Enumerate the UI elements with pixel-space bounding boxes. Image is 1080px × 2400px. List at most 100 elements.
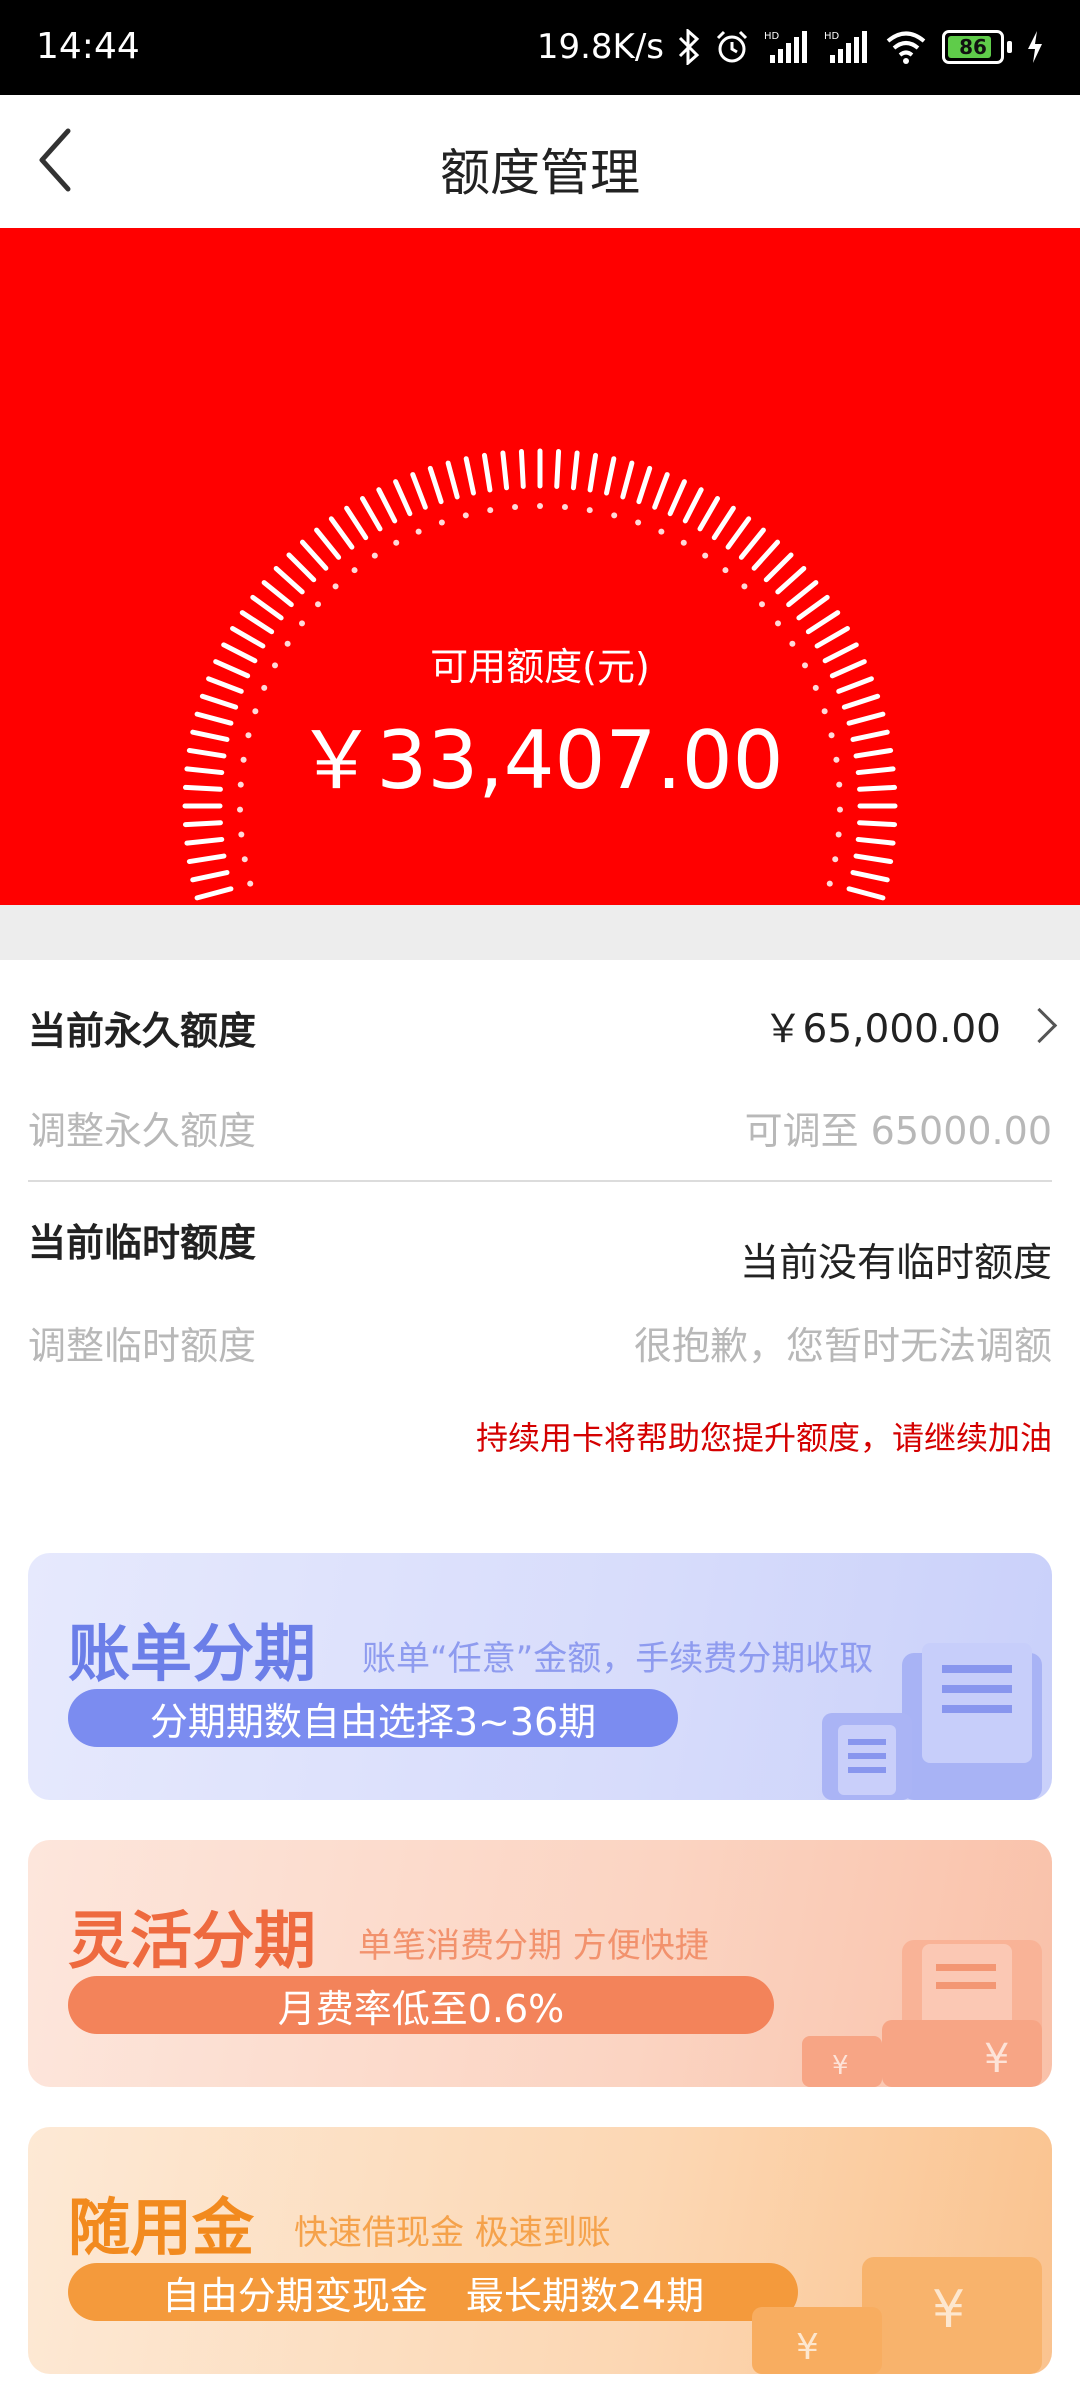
gauge-tick <box>636 465 653 505</box>
gauge-tick <box>518 448 526 489</box>
yuan-icon: ¥ ¥ <box>802 1940 1042 2087</box>
flexible-installment-card[interactable]: 灵活分期 单笔消费分期 方便快捷 月费率低至0.6% ¥ ¥ <box>28 1840 1052 2087</box>
encouragement-tip: 持续用卡将帮助您提升额度，请继续加油 <box>475 1419 1052 1457</box>
svg-text:HD: HD <box>764 31 780 42</box>
gauge-tick <box>554 448 562 489</box>
gauge-tick <box>250 594 284 621</box>
bill-installment-title: 账单分期 <box>68 1617 317 1690</box>
nav-bar: 额度管理 <box>0 95 1080 228</box>
gauge-tick <box>261 580 294 608</box>
adjust-permanent-value: 可调至 65000.00 <box>744 1109 1052 1153</box>
gauge-dot <box>611 512 618 519</box>
gauge-tick <box>500 450 510 491</box>
gauge-dot <box>835 831 842 838</box>
gauge-tick <box>186 853 227 865</box>
adjust-temporary-row: 调整临时额度 很抱歉，您暂时无法调额 <box>28 1315 1052 1375</box>
bill-installment-card[interactable]: 账单分期 账单“任意”金额，手续费分期收取 分期期数自由选择3~36期 <box>28 1553 1052 1800</box>
gauge-tick <box>725 516 752 550</box>
battery-level: 86 <box>959 35 987 59</box>
flexible-installment-subtitle: 单笔消费分期 方便快捷 <box>358 1926 709 1966</box>
gauge-tick <box>697 496 720 532</box>
gauge-tick <box>445 460 460 500</box>
gauge-tick <box>463 456 476 496</box>
bluetooth-icon <box>678 29 700 65</box>
cash-loan-card[interactable]: 随用金 快速借现金 极速到账 自由分期变现金 最长期数24期 ¥ ¥ <box>28 2127 1052 2374</box>
gauge-dot <box>826 880 833 887</box>
gauge-tick <box>796 594 830 621</box>
gauge-dot <box>561 504 568 511</box>
adjust-temporary-label: 调整临时额度 <box>28 1324 257 1368</box>
status-time: 14:44 <box>36 26 140 67</box>
cash-loan-title: 随用金 <box>68 2191 255 2264</box>
gauge-dot <box>315 601 322 608</box>
cash-loan-pill: 自由分期变现金 最长期数24期 <box>68 2263 798 2321</box>
signal-hd-2-icon: HD <box>824 29 870 65</box>
gauge-tick <box>738 527 766 560</box>
row-divider <box>28 1180 1052 1182</box>
gauge-tick <box>184 836 225 846</box>
gauge-tick <box>786 580 819 608</box>
permanent-credit-value-group: ￥65,000.00 <box>763 998 1058 1054</box>
gauge-dot <box>241 856 248 863</box>
gauge-dot <box>758 601 765 608</box>
gauge-dot <box>462 512 469 519</box>
gauge-tick <box>587 452 599 493</box>
gauge-tick <box>273 565 305 595</box>
net-speed: 19.8K/s <box>536 27 664 67</box>
svg-text:¥: ¥ <box>832 2051 849 2081</box>
gauge-dot <box>741 583 748 590</box>
adjust-temporary-value: 很抱歉，您暂时无法调额 <box>633 1324 1052 1368</box>
adjust-permanent-label: 调整永久额度 <box>28 1109 257 1153</box>
gauge-tick <box>682 487 704 524</box>
wifi-icon <box>884 29 928 65</box>
flexible-installment-title: 灵活分期 <box>68 1904 317 1977</box>
gauge-dot <box>415 528 422 535</box>
gauge-tick <box>393 479 413 517</box>
available-credit-amount: ￥33,407.00 <box>296 714 784 807</box>
permanent-credit-label: 当前永久额度 <box>28 1009 257 1053</box>
temporary-credit-row: 当前临时额度 当前没有临时额度 <box>28 1212 1052 1286</box>
gauge-tick <box>775 565 807 595</box>
gauge-dot <box>586 507 593 514</box>
gauge-dot <box>680 539 687 546</box>
gauge-tick <box>711 505 736 541</box>
gauge-tick <box>427 465 444 505</box>
gauge-tick <box>652 472 670 510</box>
gauge-tick <box>182 820 223 828</box>
gauge-tick <box>751 539 781 571</box>
gauge-tick <box>620 460 635 500</box>
gauge-dot <box>658 528 665 535</box>
gauge-dot <box>298 620 305 627</box>
gauge-tick <box>853 853 894 865</box>
gauge-tick <box>194 886 234 901</box>
gauge-tick <box>855 836 896 846</box>
gauge-dot <box>238 831 245 838</box>
signal-hd-1-icon: HD <box>764 29 810 65</box>
gauge-dot <box>371 552 378 559</box>
gauge-dot <box>393 539 400 546</box>
svg-text:¥: ¥ <box>796 2327 819 2368</box>
available-credit-label: 可用额度(元) <box>430 645 650 689</box>
gauge-tick <box>190 870 230 883</box>
permanent-credit-value: ￥65,000.00 <box>763 1007 1002 1052</box>
chevron-right-icon <box>1021 1007 1058 1044</box>
gauge-dot <box>537 503 543 509</box>
gauge-dot <box>247 880 254 887</box>
gauge-tick <box>314 527 342 560</box>
gauge-dot <box>702 552 709 559</box>
svg-text:¥: ¥ <box>932 2280 965 2340</box>
gauge-tick <box>763 552 794 583</box>
gauge-tick <box>410 472 428 510</box>
gauge-dot <box>351 567 358 574</box>
permanent-credit-row[interactable]: 当前永久额度 ￥65,000.00 <box>28 998 1058 1060</box>
gauge-dot <box>775 620 782 627</box>
cash-loan-subtitle: 快速借现金 极速到账 <box>294 2213 611 2253</box>
gauge-dot <box>487 507 494 514</box>
alarm-icon <box>714 29 750 65</box>
gauge-tick <box>299 539 329 571</box>
battery-icon: 86 <box>942 30 1012 64</box>
adjust-permanent-row: 调整永久额度 可调至 65000.00 <box>28 1100 1052 1160</box>
gauge-tick <box>667 479 687 517</box>
temporary-credit-label: 当前临时额度 <box>28 1221 257 1265</box>
status-bar: 14:44 19.8K/s HD HD 86 <box>0 0 1080 95</box>
